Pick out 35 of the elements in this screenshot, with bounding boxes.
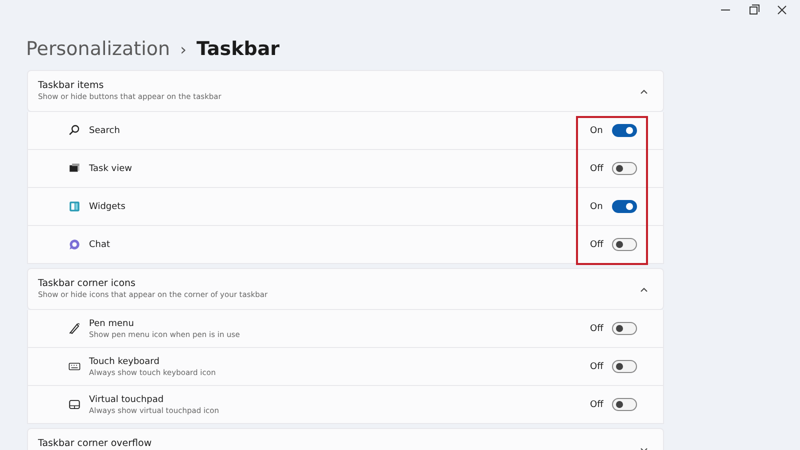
toggle-state-label: On [590, 126, 604, 136]
toggle-switch[interactable] [612, 162, 637, 175]
section-title: Taskbar corner icons [38, 278, 136, 289]
setting-label: Widgets [89, 202, 126, 212]
toggle-switch[interactable] [612, 238, 637, 251]
toggle-switch[interactable] [612, 124, 637, 137]
task-view-icon [68, 162, 81, 175]
toggle-switch[interactable] [612, 398, 637, 411]
section-title: Taskbar corner overflow [38, 438, 153, 449]
toggle-switch[interactable] [612, 200, 637, 213]
setting-label: Virtual touchpad [89, 394, 165, 404]
breadcrumb-link[interactable]: Personalization [26, 38, 170, 60]
setting-label: Pen menu [89, 318, 135, 328]
toggle-state-label: Off [590, 164, 604, 174]
toggle-state-label: Off [590, 400, 604, 410]
keyboard-icon [68, 360, 81, 373]
search-icon [68, 124, 81, 137]
toggle-switch[interactable] [612, 360, 637, 373]
pen-icon [68, 322, 81, 335]
toggle-state-label: Off [590, 324, 604, 334]
touchpad-icon [68, 398, 81, 411]
toggle-state-label: On [590, 202, 604, 212]
toggle-switch[interactable] [612, 322, 637, 335]
chat-bubble-icon [68, 238, 81, 251]
setting-label: Task view [89, 164, 134, 174]
setting-label: Touch keyboard [89, 356, 160, 366]
widgets-icon [68, 200, 81, 213]
setting-label: Search [89, 126, 121, 136]
breadcrumb-separator: › [180, 40, 186, 58]
page-title: Taskbar [196, 38, 280, 60]
toggle-state-label: Off [590, 362, 604, 372]
setting-label: Chat [89, 240, 112, 250]
toggle-state-label: Off [590, 240, 604, 250]
section-title: Taskbar items [38, 80, 105, 91]
section-header[interactable]: Taskbar corner overflow [27, 428, 664, 450]
